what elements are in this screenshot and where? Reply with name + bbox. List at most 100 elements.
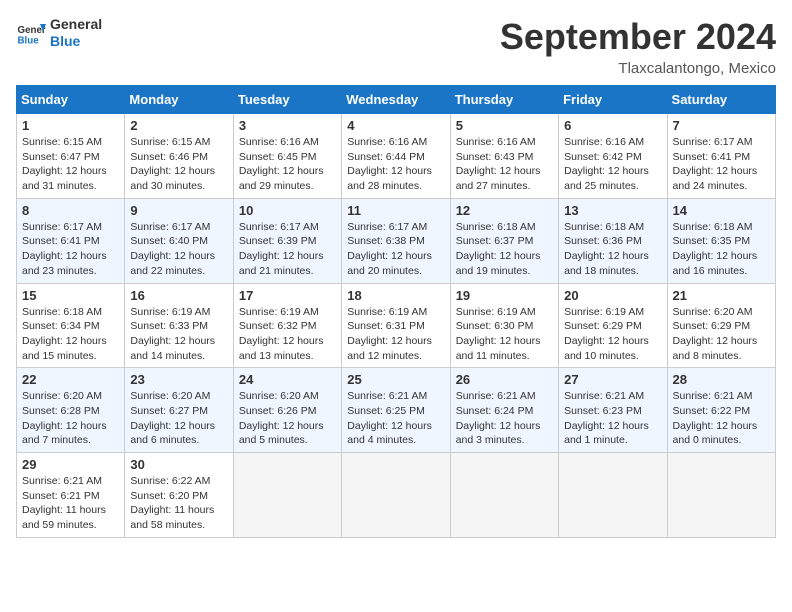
day-info: Sunrise: 6:17 AMSunset: 6:39 PMDaylight:… (239, 220, 336, 279)
day-info: Sunrise: 6:15 AMSunset: 6:47 PMDaylight:… (22, 135, 119, 194)
table-row (342, 453, 450, 538)
day-number: 30 (130, 457, 227, 472)
day-number: 14 (673, 203, 770, 218)
table-row: 28 Sunrise: 6:21 AMSunset: 6:22 PMDayligh… (667, 368, 775, 453)
calendar-week-row: 15Sunrise: 6:18 AMSunset: 6:34 PMDayligh… (17, 283, 776, 368)
table-row (559, 453, 667, 538)
table-row: 7 Sunrise: 6:17 AMSunset: 6:41 PMDaylight… (667, 114, 775, 199)
day-number: 21 (673, 288, 770, 303)
day-info: Sunrise: 6:18 AMSunset: 6:36 PMDaylight:… (564, 220, 661, 279)
day-info: Sunrise: 6:21 AMSunset: 6:25 PMDaylight:… (347, 389, 444, 448)
day-info: Sunrise: 6:19 AMSunset: 6:29 PMDaylight:… (564, 305, 661, 364)
table-row: 11Sunrise: 6:17 AMSunset: 6:38 PMDayligh… (342, 198, 450, 283)
day-info: Sunrise: 6:16 AMSunset: 6:43 PMDaylight:… (456, 135, 553, 194)
table-row: 9 Sunrise: 6:17 AMSunset: 6:40 PMDaylight… (125, 198, 233, 283)
day-info: Sunrise: 6:16 AMSunset: 6:45 PMDaylight:… (239, 135, 336, 194)
calendar-week-row: 8Sunrise: 6:17 AMSunset: 6:41 PMDaylight… (17, 198, 776, 283)
table-row: 19 Sunrise: 6:19 AMSunset: 6:30 PMDayligh… (450, 283, 558, 368)
calendar-table: Sunday Monday Tuesday Wednesday Thursday… (16, 85, 776, 538)
day-number: 7 (673, 118, 770, 133)
day-number: 13 (564, 203, 661, 218)
col-friday: Friday (559, 86, 667, 114)
day-info: Sunrise: 6:19 AMSunset: 6:32 PMDaylight:… (239, 305, 336, 364)
day-info: Sunrise: 6:16 AMSunset: 6:42 PMDaylight:… (564, 135, 661, 194)
day-info: Sunrise: 6:21 AMSunset: 6:24 PMDaylight:… (456, 389, 553, 448)
table-row: 17 Sunrise: 6:19 AMSunset: 6:32 PMDayligh… (233, 283, 341, 368)
logo-line2: Blue (50, 33, 102, 50)
svg-text:Blue: Blue (18, 35, 40, 46)
table-row: 27 Sunrise: 6:21 AMSunset: 6:23 PMDayligh… (559, 368, 667, 453)
day-info: Sunrise: 6:17 AMSunset: 6:41 PMDaylight:… (22, 220, 119, 279)
table-row: 23Sunrise: 6:20 AMSunset: 6:27 PMDayligh… (125, 368, 233, 453)
day-info: Sunrise: 6:19 AMSunset: 6:33 PMDaylight:… (130, 305, 227, 364)
logo-line1: General (50, 16, 102, 33)
day-info: Sunrise: 6:17 AMSunset: 6:38 PMDaylight:… (347, 220, 444, 279)
calendar-header-row: Sunday Monday Tuesday Wednesday Thursday… (17, 86, 776, 114)
day-info: Sunrise: 6:17 AMSunset: 6:40 PMDaylight:… (130, 220, 227, 279)
day-number: 28 (673, 372, 770, 387)
day-number: 25 (347, 372, 444, 387)
col-thursday: Thursday (450, 86, 558, 114)
table-row: 18 Sunrise: 6:19 AMSunset: 6:31 PMDayligh… (342, 283, 450, 368)
day-info: Sunrise: 6:20 AMSunset: 6:28 PMDaylight:… (22, 389, 119, 448)
day-number: 4 (347, 118, 444, 133)
day-number: 29 (22, 457, 119, 472)
day-info: Sunrise: 6:15 AMSunset: 6:46 PMDaylight:… (130, 135, 227, 194)
day-number: 3 (239, 118, 336, 133)
col-saturday: Saturday (667, 86, 775, 114)
table-row (450, 453, 558, 538)
table-row: 29 Sunrise: 6:21 AMSunset: 6:21 PMDayligh… (17, 453, 125, 538)
day-info: Sunrise: 6:18 AMSunset: 6:35 PMDaylight:… (673, 220, 770, 279)
day-number: 20 (564, 288, 661, 303)
day-number: 24 (239, 372, 336, 387)
day-number: 5 (456, 118, 553, 133)
table-row: 5 Sunrise: 6:16 AMSunset: 6:43 PMDaylight… (450, 114, 558, 199)
table-row: 25 Sunrise: 6:21 AMSunset: 6:25 PMDayligh… (342, 368, 450, 453)
table-row: 21 Sunrise: 6:20 AMSunset: 6:29 PMDayligh… (667, 283, 775, 368)
title-block: September 2024 Tlaxcalantongo, Mexico (500, 16, 776, 77)
col-tuesday: Tuesday (233, 86, 341, 114)
day-info: Sunrise: 6:19 AMSunset: 6:30 PMDaylight:… (456, 305, 553, 364)
table-row: 6Sunrise: 6:16 AMSunset: 6:42 PMDaylight… (559, 114, 667, 199)
month-title: September 2024 (500, 16, 776, 58)
day-number: 1 (22, 118, 119, 133)
calendar-body: 1 Sunrise: 6:15 AMSunset: 6:47 PMDaylight… (17, 114, 776, 538)
day-number: 12 (456, 203, 553, 218)
table-row: 8Sunrise: 6:17 AMSunset: 6:41 PMDaylight… (17, 198, 125, 283)
day-info: Sunrise: 6:20 AMSunset: 6:29 PMDaylight:… (673, 305, 770, 364)
day-number: 10 (239, 203, 336, 218)
table-row: 10 Sunrise: 6:17 AMSunset: 6:39 PMDayligh… (233, 198, 341, 283)
day-info: Sunrise: 6:20 AMSunset: 6:27 PMDaylight:… (130, 389, 227, 448)
table-row: 2Sunrise: 6:15 AMSunset: 6:46 PMDaylight… (125, 114, 233, 199)
day-info: Sunrise: 6:18 AMSunset: 6:34 PMDaylight:… (22, 305, 119, 364)
table-row: 1 Sunrise: 6:15 AMSunset: 6:47 PMDaylight… (17, 114, 125, 199)
day-info: Sunrise: 6:18 AMSunset: 6:37 PMDaylight:… (456, 220, 553, 279)
day-number: 27 (564, 372, 661, 387)
day-number: 18 (347, 288, 444, 303)
day-info: Sunrise: 6:21 AMSunset: 6:22 PMDaylight:… (673, 389, 770, 448)
day-info: Sunrise: 6:17 AMSunset: 6:41 PMDaylight:… (673, 135, 770, 194)
calendar-week-row: 29 Sunrise: 6:21 AMSunset: 6:21 PMDayligh… (17, 453, 776, 538)
day-number: 19 (456, 288, 553, 303)
day-info: Sunrise: 6:22 AMSunset: 6:20 PMDaylight:… (130, 474, 227, 533)
location: Tlaxcalantongo, Mexico (500, 60, 776, 77)
table-row: 24Sunrise: 6:20 AMSunset: 6:26 PMDayligh… (233, 368, 341, 453)
table-row: 13 Sunrise: 6:18 AMSunset: 6:36 PMDayligh… (559, 198, 667, 283)
day-number: 9 (130, 203, 227, 218)
col-sunday: Sunday (17, 86, 125, 114)
day-number: 16 (130, 288, 227, 303)
logo-text: General Blue (50, 16, 102, 50)
table-row: 16 Sunrise: 6:19 AMSunset: 6:33 PMDayligh… (125, 283, 233, 368)
table-row: 15Sunrise: 6:18 AMSunset: 6:34 PMDayligh… (17, 283, 125, 368)
day-info: Sunrise: 6:21 AMSunset: 6:21 PMDaylight:… (22, 474, 119, 533)
day-number: 17 (239, 288, 336, 303)
table-row (233, 453, 341, 538)
logo-icon: General Blue (16, 18, 46, 48)
day-info: Sunrise: 6:21 AMSunset: 6:23 PMDaylight:… (564, 389, 661, 448)
page-header: General Blue General Blue September 2024… (16, 16, 776, 77)
table-row: 3 Sunrise: 6:16 AMSunset: 6:45 PMDaylight… (233, 114, 341, 199)
table-row: 14 Sunrise: 6:18 AMSunset: 6:35 PMDayligh… (667, 198, 775, 283)
day-number: 22 (22, 372, 119, 387)
table-row: 26Sunrise: 6:21 AMSunset: 6:24 PMDayligh… (450, 368, 558, 453)
day-info: Sunrise: 6:19 AMSunset: 6:31 PMDaylight:… (347, 305, 444, 364)
